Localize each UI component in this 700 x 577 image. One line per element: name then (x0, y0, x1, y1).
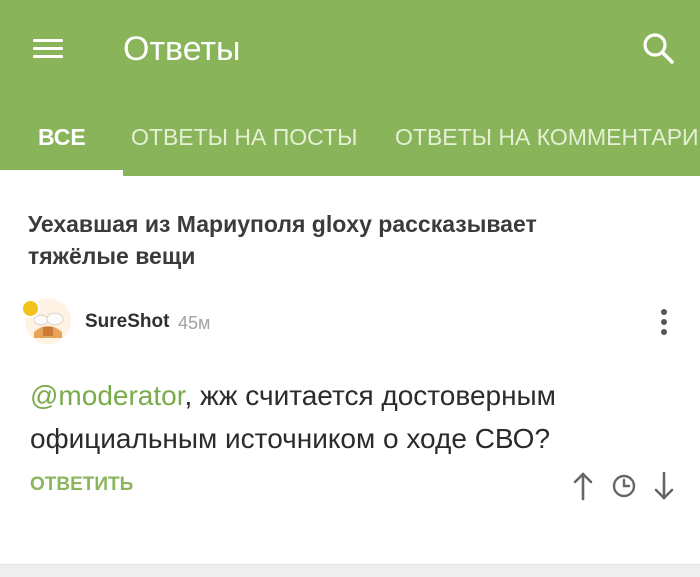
user-badge-icon (21, 299, 40, 318)
tab-bar: ВСЕ ОТВЕТЫ НА ПОСТЫ ОТВЕТЫ НА КОММЕНТАРИ… (0, 108, 700, 176)
app-bar: Ответы ВСЕ ОТВЕТЫ НА ПОСТЫ ОТВЕТЫ НА КОМ… (0, 0, 700, 176)
post-title-link[interactable]: Уехавшая из Мариуполя gloxy рассказывает… (28, 208, 628, 272)
clock-icon[interactable] (611, 473, 637, 499)
search-icon[interactable] (640, 30, 676, 66)
notification-card: Уехавшая из Мариуполя gloxy рассказывает… (0, 176, 700, 566)
reply-button[interactable]: ОТВЕТИТЬ (30, 472, 133, 498)
comment-body: @moderator, жж считается достоверным офи… (30, 374, 670, 460)
user-mention-link[interactable]: @moderator (30, 380, 185, 411)
comment-author[interactable]: SureShot (85, 309, 169, 335)
vote-down-icon[interactable] (651, 470, 677, 502)
tab-comment-replies[interactable]: ОТВЕТЫ НА КОММЕНТАРИИ (395, 108, 700, 176)
tab-all[interactable]: ВСЕ (38, 108, 86, 176)
comment-timestamp: 45м (178, 313, 211, 333)
tab-post-replies[interactable]: ОТВЕТЫ НА ПОСТЫ (131, 108, 357, 176)
vote-up-icon[interactable] (570, 470, 596, 502)
page-title: Ответы (123, 30, 241, 68)
more-options-icon[interactable] (652, 306, 676, 338)
hamburger-menu-icon[interactable] (33, 36, 63, 62)
divider (0, 564, 700, 577)
